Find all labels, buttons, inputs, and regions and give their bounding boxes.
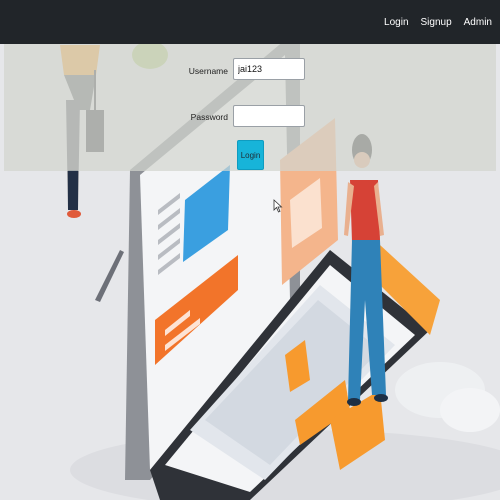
login-submit-button[interactable]: Login	[237, 140, 264, 170]
username-label: Username	[188, 66, 228, 76]
top-navbar: Login Signup Admin	[0, 0, 500, 44]
nav-admin-link[interactable]: Admin	[464, 17, 492, 28]
password-input[interactable]	[233, 105, 305, 127]
password-label: Password	[190, 112, 228, 122]
username-input[interactable]	[233, 58, 305, 80]
nav-signup-link[interactable]: Signup	[421, 17, 452, 28]
mouse-cursor-icon	[273, 199, 283, 213]
nav-login-link[interactable]: Login	[384, 17, 408, 28]
nav-links: Login Signup Admin	[384, 0, 492, 44]
